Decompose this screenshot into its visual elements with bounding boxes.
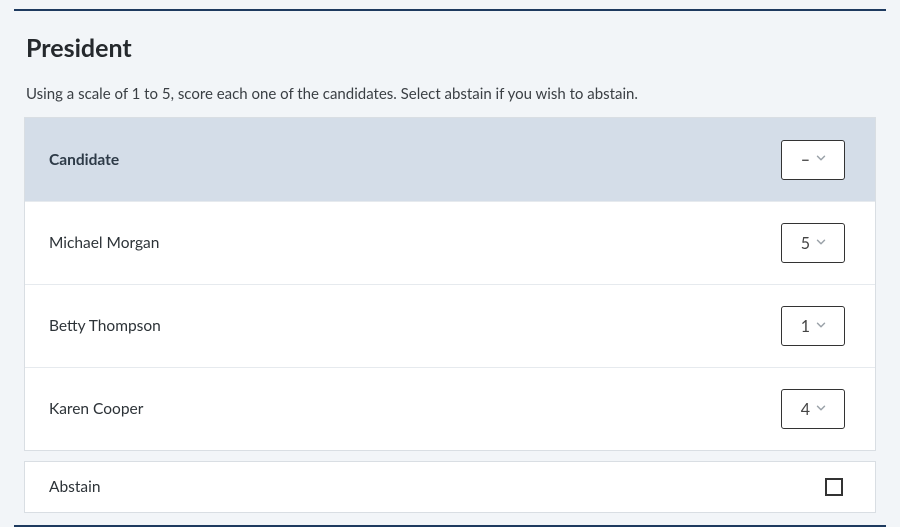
table-header-label: Candidate xyxy=(49,151,119,169)
candidate-name: Betty Thompson xyxy=(49,317,161,335)
bulk-score-value: – xyxy=(798,150,810,169)
candidate-row: Karen Cooper 4 xyxy=(25,367,875,450)
voting-panel: President Using a scale of 1 to 5, score… xyxy=(14,9,886,527)
chevron-down-icon xyxy=(814,400,828,419)
candidate-row: Michael Morgan 5 xyxy=(25,201,875,284)
chevron-down-icon xyxy=(814,234,828,253)
candidate-name: Karen Cooper xyxy=(49,400,143,418)
candidate-name: Michael Morgan xyxy=(49,234,159,252)
bulk-score-select[interactable]: – xyxy=(781,140,845,180)
chevron-down-icon xyxy=(814,317,828,336)
candidate-score-select[interactable]: 4 xyxy=(781,389,845,429)
candidate-score-value: 5 xyxy=(798,234,810,253)
abstain-label: Abstain xyxy=(49,478,100,496)
candidates-table: Candidate – Michael Morgan 5 xyxy=(24,117,876,451)
chevron-down-icon xyxy=(814,150,828,169)
page-title: President xyxy=(26,33,886,63)
candidate-row: Betty Thompson 1 xyxy=(25,284,875,367)
abstain-checkbox[interactable] xyxy=(825,478,843,496)
candidate-score-select[interactable]: 1 xyxy=(781,306,845,346)
abstain-row: Abstain xyxy=(24,461,876,513)
candidate-score-select[interactable]: 5 xyxy=(781,223,845,263)
candidate-score-value: 4 xyxy=(798,400,810,419)
candidate-score-value: 1 xyxy=(798,317,810,336)
table-header-row: Candidate – xyxy=(25,118,875,201)
instructions-text: Using a scale of 1 to 5, score each one … xyxy=(26,85,886,103)
